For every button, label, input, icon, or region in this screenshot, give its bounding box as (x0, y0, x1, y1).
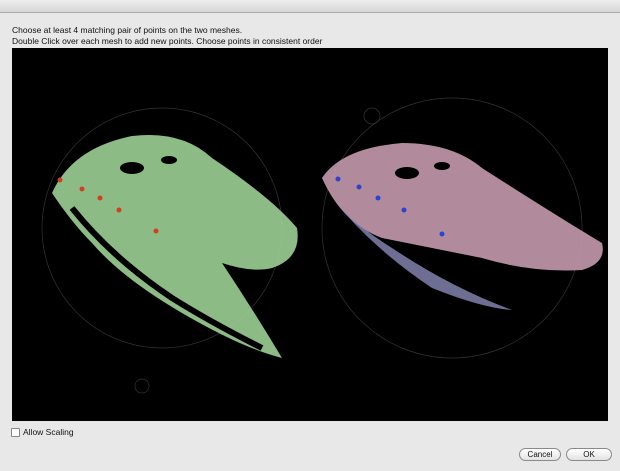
checkbox-box[interactable] (11, 427, 20, 437)
allow-scaling-checkbox[interactable]: Allow Scaling (11, 427, 74, 437)
allow-scaling-label: Allow Scaling (23, 427, 74, 437)
title-bar (0, 0, 620, 13)
instruction-line-2: Double Click over each mesh to add new p… (12, 36, 323, 46)
right-mesh[interactable] (322, 143, 603, 310)
mesh-render[interactable] (12, 48, 608, 421)
mesh-viewport[interactable] (12, 48, 608, 421)
left-mesh[interactable] (52, 134, 298, 358)
instruction-line-1: Choose at least 4 matching pair of point… (12, 25, 243, 35)
ok-button[interactable]: OK (566, 448, 612, 461)
cancel-button[interactable]: Cancel (519, 448, 561, 461)
